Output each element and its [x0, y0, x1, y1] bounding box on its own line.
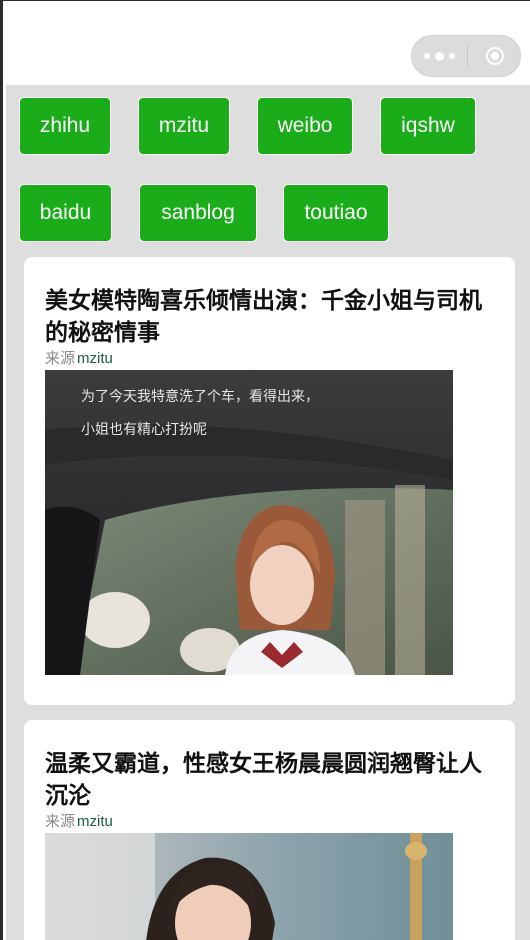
- photo-illustration: [45, 370, 453, 675]
- category-button-weibo[interactable]: weibo: [257, 97, 353, 155]
- page-content[interactable]: zhihu mzitu weibo iqshw baidu sanblog to…: [6, 85, 530, 940]
- photo-caption: 为了今天我特意洗了个车，看得出来，: [81, 389, 319, 405]
- article-card[interactable]: 美女模特陶喜乐倾情出演：千金小姐与司机的秘密情事 来源 mzitu 为了今天我特…: [24, 257, 515, 705]
- category-button-toutiao[interactable]: toutiao: [283, 184, 389, 242]
- capsule-menu: [411, 35, 521, 77]
- navigation-bar: [3, 1, 530, 85]
- category-button-mzitu[interactable]: mzitu: [138, 97, 230, 155]
- article-photo[interactable]: [45, 833, 453, 940]
- article-card[interactable]: 温柔又霸道，性感女王杨晨晨圆润翘臀让人沉沦 来源 mzitu: [24, 720, 515, 940]
- source-value: mzitu: [77, 350, 113, 367]
- more-dots-icon[interactable]: [412, 36, 467, 76]
- source-value: mzitu: [77, 813, 113, 830]
- source-label: 来源: [45, 812, 76, 830]
- target-circle-icon[interactable]: [468, 36, 521, 76]
- category-button-iqshw[interactable]: iqshw: [380, 97, 476, 155]
- photo-caption: 小姐也有精心打扮呢: [81, 422, 207, 438]
- category-button-zhihu[interactable]: zhihu: [19, 97, 111, 155]
- article-source: 来源 mzitu: [45, 812, 113, 831]
- category-button-baidu[interactable]: baidu: [19, 184, 112, 242]
- app-window: zhihu mzitu weibo iqshw baidu sanblog to…: [0, 0, 530, 940]
- article-title[interactable]: 美女模特陶喜乐倾情出演：千金小姐与司机的秘密情事: [45, 285, 495, 349]
- photo-illustration: [45, 833, 453, 940]
- article-photo[interactable]: 为了今天我特意洗了个车，看得出来， 小姐也有精心打扮呢: [45, 370, 453, 675]
- category-button-sanblog[interactable]: sanblog: [139, 184, 257, 242]
- source-label: 来源: [45, 349, 76, 367]
- article-source: 来源 mzitu: [45, 349, 113, 368]
- article-title[interactable]: 温柔又霸道，性感女王杨晨晨圆润翘臀让人沉沦: [45, 748, 495, 812]
